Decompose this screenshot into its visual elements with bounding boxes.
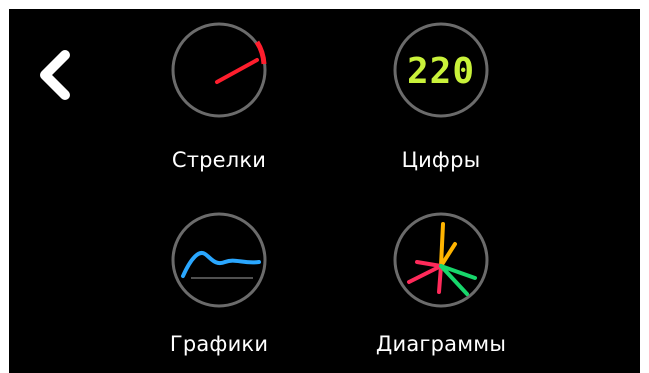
needle-gauge-icon — [171, 22, 267, 118]
mode-diagrams-button[interactable]: Диаграммы — [366, 210, 516, 370]
digital-display-value: 220 — [407, 51, 475, 92]
mode-graphs-label: Графики — [169, 332, 269, 356]
back-button[interactable] — [31, 45, 79, 105]
app-screen: Стрелки 220 Цифры Графики Диаграммы — [9, 9, 640, 373]
mode-needles-button[interactable]: Стрелки — [144, 20, 294, 180]
digital-display-icon: 220 — [393, 22, 489, 118]
line-graph-icon — [171, 212, 267, 308]
mode-digits-button[interactable]: 220 Цифры — [366, 20, 516, 180]
mode-diagrams-label: Диаграммы — [375, 332, 507, 356]
mode-graphs-button[interactable]: Графики — [144, 210, 294, 370]
mode-digits-label: Цифры — [401, 148, 481, 172]
chevron-left-icon — [40, 50, 70, 100]
mode-needles-label: Стрелки — [171, 148, 267, 172]
radial-diagram-icon — [393, 212, 489, 308]
